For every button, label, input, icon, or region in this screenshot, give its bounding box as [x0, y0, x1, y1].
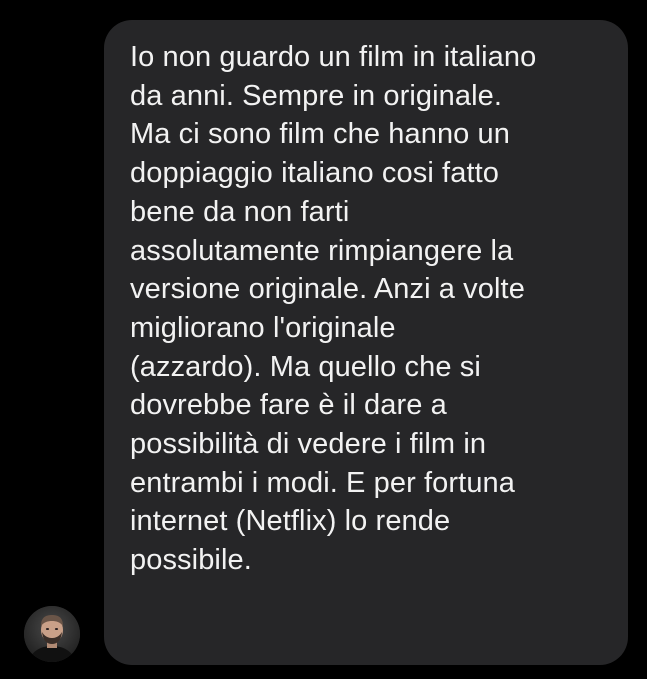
message-line: possibile. — [130, 544, 252, 577]
message-line: doppiaggio italiano cosi fatto — [130, 157, 499, 190]
message-line: (azzardo). Ma quello che si — [130, 350, 481, 383]
message-line: Io non guardo un film in italiano — [130, 41, 537, 73]
message-line: assolutamente rimpiangere la — [130, 234, 514, 267]
message-row: Io non guardo un film in italiano da ann… — [0, 0, 647, 679]
message-line: Ma ci sono film che hanno un — [130, 118, 511, 151]
message-line: internet (Netflix) lo rende — [130, 505, 451, 538]
message-line: versione originale. Anzi a volte — [130, 273, 525, 306]
message-line: migliorano l'originale — [130, 311, 396, 344]
message-line: possibilità di vedere i film in — [130, 428, 487, 461]
user-avatar-icon — [24, 606, 80, 662]
sender-avatar[interactable] — [24, 606, 80, 662]
message-line: entrambi i modi. E per fortuna — [130, 466, 516, 499]
message-line: dovrebbe fare è il dare a — [130, 389, 447, 422]
message-line: bene da non farti — [130, 195, 350, 228]
message-text: Io non guardo un film in italiano da ann… — [130, 38, 608, 580]
message-bubble[interactable]: Io non guardo un film in italiano da ann… — [104, 20, 628, 665]
message-line: da anni. Sempre in originale. — [130, 79, 503, 112]
